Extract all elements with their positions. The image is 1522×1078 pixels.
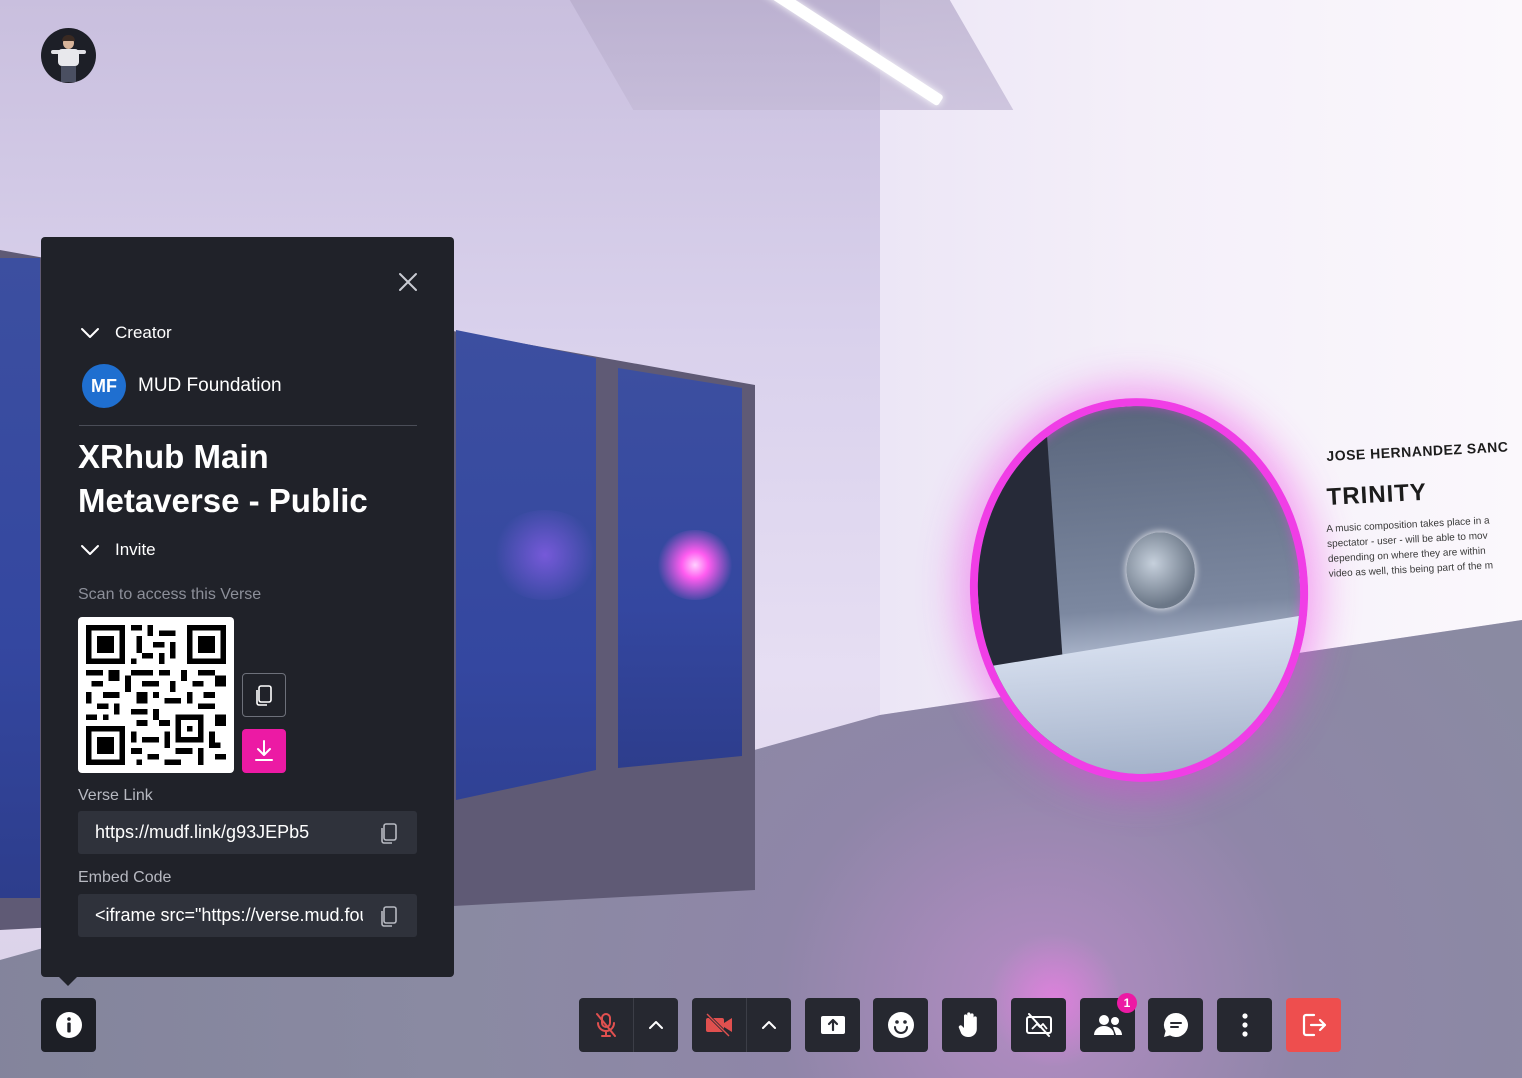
verse-link-value[interactable]: https://mudf.link/g93JEPb5 [95, 822, 363, 843]
mic-toggle-button[interactable] [579, 998, 633, 1052]
more-options-button[interactable] [1217, 998, 1272, 1052]
window-pane [0, 258, 40, 898]
invite-section-label: Invite [115, 540, 156, 559]
mic-off-icon [596, 1013, 616, 1037]
purple-light-glow [655, 530, 735, 600]
download-qr-button[interactable] [242, 729, 286, 773]
more-icon [1241, 1013, 1248, 1037]
info-button[interactable] [41, 998, 96, 1052]
chevron-up-icon [762, 1021, 776, 1029]
leave-icon [1302, 1013, 1326, 1037]
creator-section-toggle[interactable]: Creator [79, 323, 172, 343]
creator-avatar: MF [82, 364, 126, 408]
chat-icon [1163, 1013, 1188, 1037]
camera-off-icon [705, 1013, 732, 1037]
copy-icon [381, 823, 397, 844]
copy-qr-button[interactable] [242, 673, 286, 717]
leave-verse-button[interactable] [1286, 998, 1341, 1052]
share-screen-icon [820, 1016, 845, 1034]
chevron-down-icon [81, 545, 99, 555]
download-icon [255, 740, 273, 761]
qr-code [78, 617, 234, 773]
emoji-icon [887, 1012, 914, 1038]
embed-code-value[interactable]: <iframe src="https://verse.mud.foundatio… [95, 905, 363, 926]
verse-link-label: Verse Link [78, 787, 153, 804]
creator-name: MUD Foundation [138, 375, 282, 396]
creator-row[interactable]: MF MUD Foundation [82, 364, 282, 408]
verse-title: XRhub Main Metaverse - Public [78, 438, 368, 519]
chat-button[interactable] [1148, 998, 1203, 1052]
participants-icon [1093, 1015, 1122, 1035]
avatar-figure [62, 35, 75, 41]
participants-count-badge: 1 [1117, 993, 1137, 1013]
panel-pointer [58, 976, 78, 986]
invite-section-toggle[interactable]: Invite [79, 540, 156, 560]
purple-light-glow [490, 510, 600, 600]
info-icon [55, 1012, 82, 1038]
mic-control-group [579, 998, 678, 1052]
qr-code-image [86, 625, 226, 765]
verse-info-panel: Creator MF MUD Foundation XRhub Main Met… [41, 237, 454, 977]
camera-options-button[interactable] [747, 998, 791, 1052]
creator-section-label: Creator [115, 323, 172, 342]
copy-icon [256, 685, 272, 706]
close-panel-button[interactable] [393, 267, 423, 297]
participants-button[interactable]: 1 [1080, 993, 1137, 1052]
hide-video-icon [1025, 1013, 1052, 1037]
avatar-figure [61, 66, 76, 82]
copy-embed-button[interactable] [379, 905, 399, 927]
camera-toggle-button[interactable] [692, 998, 746, 1052]
scan-label: Scan to access this Verse [78, 586, 262, 603]
copy-icon [381, 906, 397, 927]
close-icon [399, 273, 417, 291]
avatar-figure [58, 49, 79, 66]
artwork-description: A music composition takes place in a spe… [1326, 513, 1493, 582]
embed-code-field[interactable]: <iframe src="https://verse.mud.foundatio… [78, 894, 417, 937]
chevron-down-icon [81, 328, 99, 338]
artwork-title: TRINITY [1326, 478, 1428, 511]
divider [79, 425, 417, 426]
hide-self-view-button[interactable] [1011, 998, 1066, 1052]
embed-code-label: Embed Code [78, 869, 172, 886]
user-avatar[interactable] [41, 28, 96, 83]
portal-orb [1124, 530, 1198, 611]
chevron-up-icon [649, 1021, 663, 1029]
share-screen-button[interactable] [805, 998, 860, 1052]
camera-control-group [692, 998, 791, 1052]
verse-link-field[interactable]: https://mudf.link/g93JEPb5 [78, 811, 417, 854]
raise-hand-button[interactable] [942, 998, 997, 1052]
raise-hand-icon [958, 1012, 977, 1037]
copy-link-button[interactable] [379, 822, 399, 844]
reactions-button[interactable] [873, 998, 928, 1052]
mic-options-button[interactable] [634, 998, 678, 1052]
